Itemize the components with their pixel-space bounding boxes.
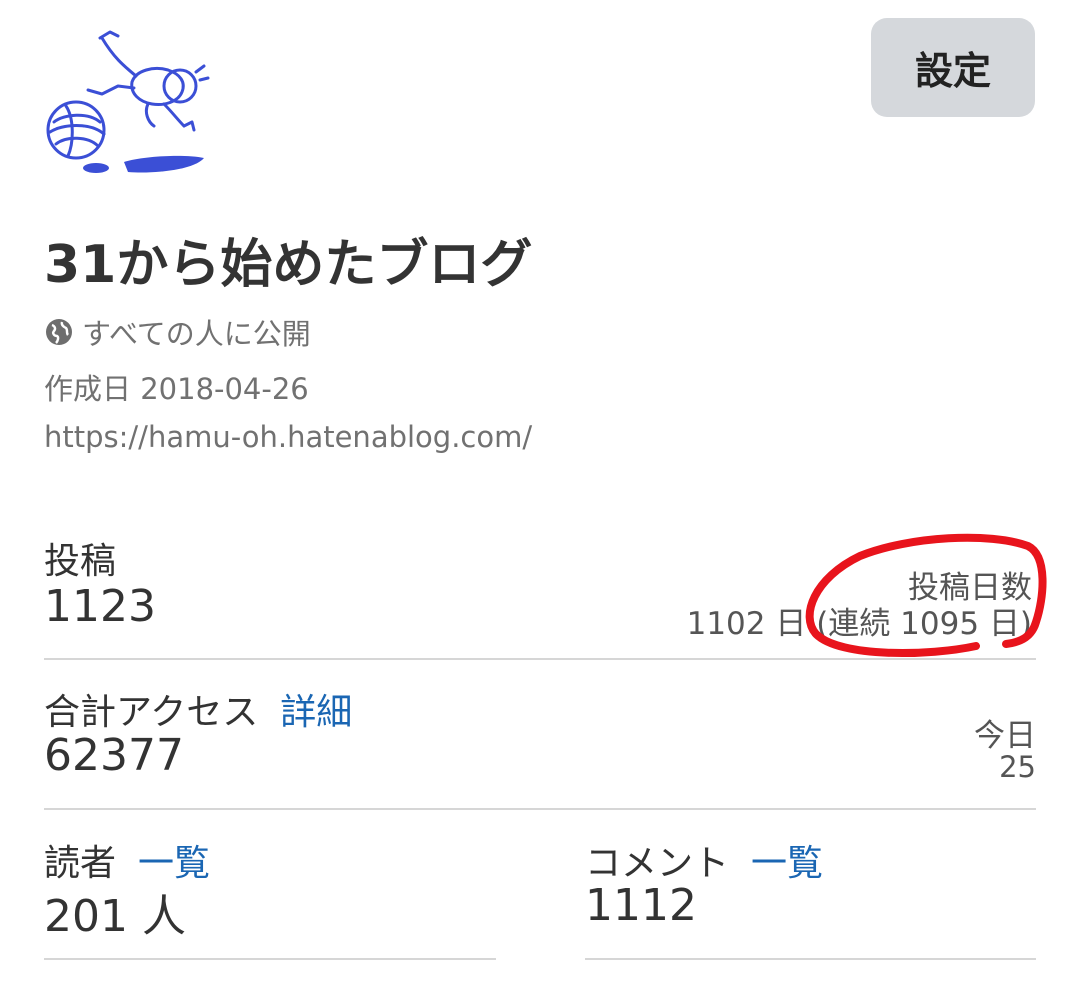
comments-label: コメント [585,843,730,884]
posts-count: 1123 [44,581,156,632]
created-date: 作成日 2018-04-26 [44,372,309,406]
visibility-label: すべての人に公開 [82,317,311,351]
today-count: 25 [999,750,1036,784]
visibility-row: すべての人に公開 [44,311,311,353]
total-access-count: 62377 [44,730,184,781]
divider [44,958,496,960]
comments-list-link[interactable]: 一覧 [751,843,823,884]
readers-label: 読者 [44,843,117,884]
divider [44,658,1036,660]
today-label: 今日 [974,718,1036,754]
red-annotation-circle [805,533,1047,658]
readers-row: 読者 一覧 [44,834,210,886]
divider [44,808,1036,810]
globe-icon [46,319,72,345]
total-access-label: 合計アクセス [44,692,259,733]
access-details-link[interactable]: 詳細 [280,692,352,733]
comments-row: コメント 一覧 [585,834,823,886]
blog-title: 31から始めたブログ [44,235,533,295]
comments-count: 1112 [585,880,697,931]
total-access-row: 合計アクセス 詳細 [44,683,352,735]
readers-list-link[interactable]: 一覧 [138,843,210,884]
posts-label: 投稿 [44,541,117,582]
settings-button[interactable]: 設定 [871,18,1035,117]
blog-logo-icon [46,30,210,173]
divider [585,958,1036,960]
readers-count: 201 人 [44,891,186,942]
blog-url-link[interactable]: https://hamu-oh.hatenablog.com/ [44,420,532,454]
